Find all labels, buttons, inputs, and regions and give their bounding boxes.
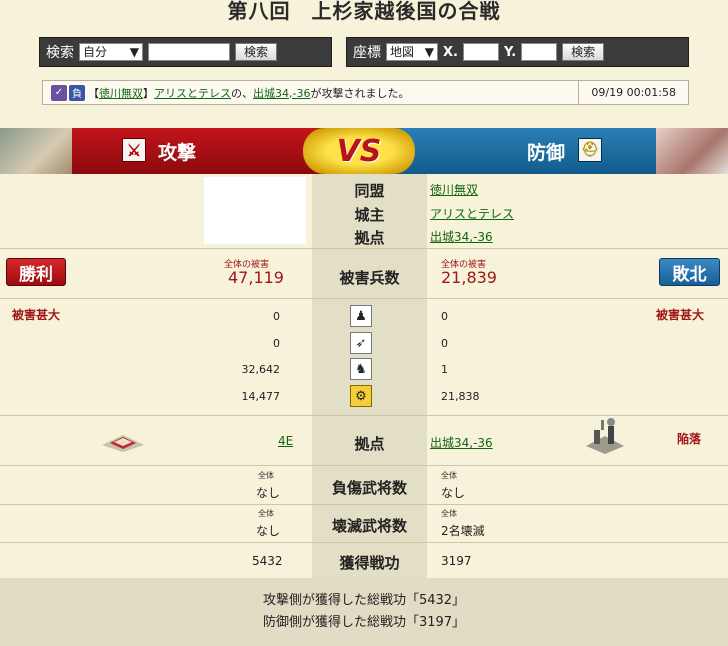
defender-base-link[interactable]: 出城34,-36: [430, 228, 493, 245]
destroyed-def-value: 2名壊滅: [441, 524, 485, 538]
defender-merit-summary: 防御側が獲得した総戦功「3197」: [262, 615, 466, 630]
divider: [0, 298, 728, 299]
base-row-label: 拠点: [354, 435, 385, 453]
notice-date: 09/19 00:01:58: [578, 81, 688, 104]
coord-search-bar: 座標 地図 ▼ X. Y. 検索: [346, 37, 689, 67]
defender-lord-link[interactable]: アリスとテレス: [430, 205, 514, 222]
attacker-portrait: [0, 128, 72, 174]
coord-map-value: 地図: [390, 45, 415, 59]
victory-badge: 勝利: [6, 258, 66, 286]
destroyed-atk-value: なし: [256, 524, 281, 538]
notice-base-link[interactable]: 出城34,-36: [253, 87, 310, 100]
attacker-flag-placeholder: [204, 177, 306, 244]
defender-damage-status: 被害甚大: [656, 308, 705, 322]
merit-label: 獲得戦功: [339, 554, 400, 572]
notice-suffix: が攻撃されました。: [310, 86, 410, 100]
damage-label: 被害兵数: [339, 269, 400, 287]
divider: [0, 542, 728, 543]
coord-label: 座標: [353, 45, 381, 61]
merit-summary: 攻撃側が獲得した総戦功「5432」 防御側が獲得した総戦功「3197」: [0, 578, 728, 646]
horse-icon: ♞: [350, 358, 372, 380]
attacker-damage-status: 被害甚大: [12, 308, 61, 322]
injured-atk-value: なし: [256, 486, 281, 500]
destroyed-atk-caption: 全体: [258, 509, 274, 518]
bow-icon: ➶: [350, 332, 372, 354]
attacker-merit: 5432: [252, 554, 283, 568]
bracket-open: 【: [88, 86, 99, 100]
defender-total-damage: 21,839: [441, 268, 497, 287]
defender-siege-loss: 21,838: [441, 390, 480, 403]
injured-def-value: なし: [441, 486, 466, 500]
notice-player-link[interactable]: アリスとテレス: [154, 87, 231, 100]
divider: [0, 465, 728, 466]
defender-merit: 3197: [441, 554, 472, 568]
defender-bow-loss: 0: [441, 337, 448, 350]
attack-label: 攻撃: [158, 142, 197, 164]
attacker-castle-icon: [102, 435, 144, 452]
search-label: 検索: [46, 45, 74, 61]
attacker-merit-summary: 攻撃側が獲得した総戦功「5432」: [262, 593, 466, 608]
x-coord-input[interactable]: [462, 43, 499, 61]
battle-report-page: 第八回 上杉家越後国の合戦 検索 自分 ▼ 検索 座標 地図 ▼ X. Y. 検…: [0, 0, 728, 646]
helmet-icon: ⛑: [578, 138, 602, 162]
dropdown-arrow-icon: ▼: [424, 45, 434, 59]
search-input[interactable]: [148, 43, 230, 61]
attacker-base-link[interactable]: 4E: [278, 434, 293, 448]
battle-notice: ✓ 負 【徳川無双】アリスとテレスの、出城34,-36が攻撃されました。 09/…: [42, 80, 689, 105]
injured-atk-caption: 全体: [258, 471, 274, 480]
defender-portrait: [656, 128, 728, 174]
destroyed-label: 壊滅武将数: [331, 517, 407, 535]
search-scope-select[interactable]: 自分 ▼: [79, 43, 143, 61]
search-scope-value: 自分: [83, 45, 108, 59]
x-label: X.: [443, 44, 458, 60]
defender-base-row-link[interactable]: 出城34,-36: [430, 434, 493, 451]
defender-alliance-link[interactable]: 徳川無双: [430, 181, 478, 198]
attacker-siege-loss: 14,477: [241, 390, 281, 403]
coord-search-button[interactable]: 検索: [562, 43, 605, 61]
notice-alliance-link[interactable]: 徳川無双: [99, 87, 143, 100]
defense-label: 防御: [527, 142, 566, 164]
base-label: 拠点: [354, 229, 385, 247]
attacker-horse-loss: 32,642: [241, 363, 281, 376]
divider: [0, 504, 728, 505]
search-bar: 検索 自分 ▼ 検索: [39, 37, 332, 67]
notice-of: の、: [231, 86, 253, 100]
alliance-label: 同盟: [354, 182, 385, 200]
destroyed-def-caption: 全体: [441, 509, 457, 518]
bracket-close: 】: [143, 86, 154, 100]
attacker-bow-loss: 0: [273, 337, 280, 350]
notice-message: 【徳川無双】アリスとテレスの、出城34,-36が攻撃されました。: [88, 85, 578, 101]
check-icon: ✓: [51, 84, 67, 101]
y-coord-input[interactable]: [521, 43, 558, 61]
defeat-icon: 負: [69, 84, 85, 101]
infantry-icon: ♟: [350, 305, 372, 327]
attacker-total-damage: 47,119: [228, 268, 284, 287]
ruined-castle-icon: [586, 418, 624, 454]
vs-badge: VS: [303, 128, 415, 174]
defeat-badge: 敗北: [659, 258, 720, 286]
attacker-infantry-loss: 0: [273, 310, 280, 323]
lord-label: 城主: [354, 206, 385, 224]
base-fallen-status: 陥落: [677, 432, 702, 446]
dropdown-arrow-icon: ▼: [129, 45, 139, 59]
injured-def-caption: 全体: [441, 471, 457, 480]
divider: [0, 248, 728, 249]
defender-infantry-loss: 0: [441, 310, 448, 323]
coord-map-select[interactable]: 地図 ▼: [386, 43, 438, 61]
crossed-swords-icon: ⚔: [122, 138, 146, 162]
vs-banner: ⚔ 攻撃 防御 ⛑ VS: [0, 128, 728, 174]
injured-label: 負傷武将数: [331, 479, 407, 497]
y-label: Y.: [503, 44, 517, 60]
search-button[interactable]: 検索: [235, 43, 278, 61]
page-title: 第八回 上杉家越後国の合戦: [227, 0, 501, 23]
siege-icon: ⚙: [350, 385, 372, 407]
defender-horse-loss: 1: [441, 363, 448, 376]
